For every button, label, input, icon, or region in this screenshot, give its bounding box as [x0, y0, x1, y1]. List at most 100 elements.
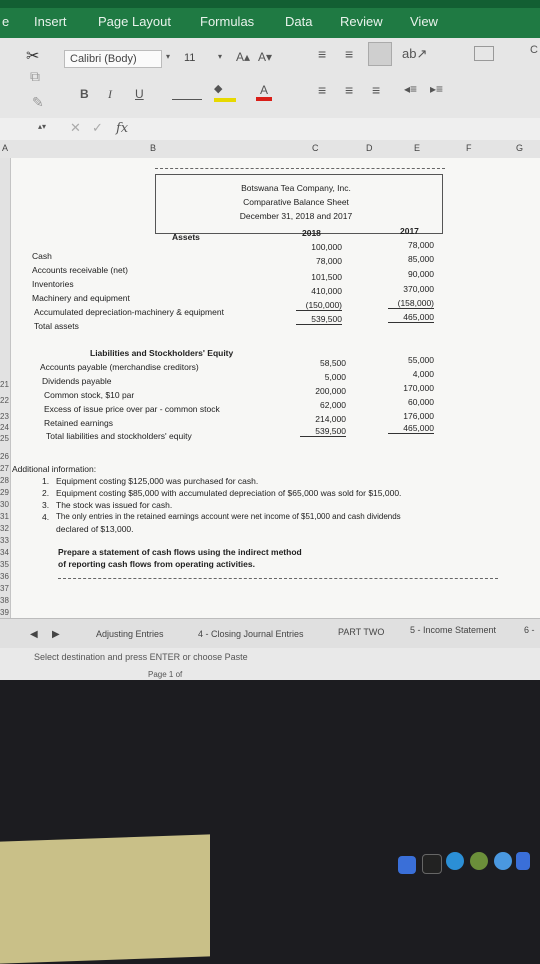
cell-value[interactable]: 176,000: [388, 411, 434, 421]
row-header[interactable]: 30: [0, 500, 9, 509]
cell-value[interactable]: 4,000: [388, 369, 434, 379]
insert-function-button[interactable]: fx: [116, 121, 128, 136]
cell-value[interactable]: 465,000: [388, 423, 434, 434]
cell-value[interactable]: 90,000: [388, 269, 434, 279]
row-header[interactable]: 28: [0, 476, 9, 485]
cell-value[interactable]: 200,000: [300, 386, 346, 396]
tab-insert[interactable]: Insert: [34, 14, 67, 29]
font-name-select[interactable]: Calibri (Body): [64, 50, 162, 68]
sheet-tab-income-statement[interactable]: 5 - Income Statement: [410, 625, 496, 635]
column-header-b[interactable]: B: [150, 143, 156, 153]
italic-button[interactable]: I: [108, 87, 112, 102]
tab-formulas[interactable]: Formulas: [200, 14, 254, 29]
row-header[interactable]: 26: [0, 452, 9, 461]
orientation-icon[interactable]: ab↗: [402, 46, 427, 62]
align-center-icon[interactable]: ≡: [345, 82, 353, 98]
row-header[interactable]: 24: [0, 423, 9, 432]
chart-app-icon[interactable]: [422, 854, 442, 874]
cell-value[interactable]: 78,000: [296, 256, 342, 266]
sheet-tab-adjusting-entries[interactable]: Adjusting Entries: [96, 629, 164, 639]
align-middle-icon[interactable]: ≡: [345, 46, 353, 62]
row-header[interactable]: 39: [0, 608, 9, 617]
chevron-down-icon[interactable]: ▾: [166, 52, 170, 61]
cell-value[interactable]: 214,000: [300, 414, 346, 424]
confirm-formula-icon[interactable]: ✓: [92, 120, 103, 136]
cancel-formula-icon[interactable]: ✕: [70, 120, 81, 136]
cell-value[interactable]: 539,500: [300, 426, 346, 437]
align-left-icon[interactable]: ≡: [318, 82, 326, 98]
cell-value[interactable]: 78,000: [388, 240, 434, 250]
scroll-left-icon[interactable]: ◀: [30, 629, 38, 640]
row-header[interactable]: 23: [0, 412, 9, 421]
cell-value[interactable]: (158,000): [388, 298, 434, 309]
grow-font-button[interactable]: A▴: [236, 50, 250, 64]
cell-value[interactable]: 62,000: [300, 400, 346, 410]
worksheet-grid[interactable]: 21 22 23 24 25 26 27 28 29 30 31 32 33 3…: [0, 158, 540, 618]
row-header[interactable]: 35: [0, 560, 9, 569]
sheet-tab-closing-entries[interactable]: 4 - Closing Journal Entries: [198, 629, 304, 639]
tab-view[interactable]: View: [410, 14, 438, 29]
align-right-icon[interactable]: ≡: [372, 82, 380, 98]
font-size-select[interactable]: 11: [180, 50, 216, 68]
row-header[interactable]: 21: [0, 380, 9, 389]
globe-app-icon[interactable]: [446, 852, 464, 870]
maps-app-icon[interactable]: [470, 852, 488, 870]
cell-value[interactable]: 539,500: [296, 314, 342, 325]
safari-app-icon[interactable]: [494, 852, 512, 870]
underline-button[interactable]: U: [135, 87, 144, 101]
row-header[interactable]: 27: [0, 464, 9, 473]
cell-value[interactable]: (150,000): [296, 300, 342, 311]
scroll-right-icon[interactable]: ▶: [52, 629, 60, 640]
tab-page-layout[interactable]: Page Layout: [98, 14, 171, 29]
borders-button[interactable]: [172, 85, 202, 100]
cell-value[interactable]: 370,000: [388, 284, 434, 294]
row-header[interactable]: 22: [0, 396, 9, 405]
cell-value[interactable]: 5,000: [300, 372, 346, 382]
cell-value[interactable]: 60,000: [388, 397, 434, 407]
column-header-a[interactable]: A: [2, 143, 8, 153]
cell-value[interactable]: 85,000: [388, 254, 434, 264]
row-header[interactable]: 31: [0, 512, 9, 521]
more-icon[interactable]: C: [530, 44, 538, 56]
row-header[interactable]: 25: [0, 434, 9, 443]
cell-value[interactable]: 101,500: [296, 272, 342, 282]
wrap-text-icon[interactable]: [474, 46, 494, 61]
window-app-icon[interactable]: [398, 856, 416, 874]
column-header-e[interactable]: E: [414, 143, 420, 153]
column-header-f[interactable]: F: [466, 143, 472, 153]
align-top-icon[interactable]: ≡: [318, 46, 326, 62]
cell-value[interactable]: 100,000: [296, 242, 342, 252]
chevron-down-icon[interactable]: ▾: [218, 52, 222, 61]
cell-value[interactable]: 170,000: [388, 383, 434, 393]
column-header-c[interactable]: C: [312, 143, 319, 153]
row-header[interactable]: 36: [0, 572, 9, 581]
tab-review[interactable]: Review: [340, 14, 383, 29]
cell-value[interactable]: 55,000: [388, 355, 434, 365]
app-icon[interactable]: [516, 852, 530, 870]
increase-indent-icon[interactable]: ▸≡: [430, 82, 443, 96]
cell-value[interactable]: 465,000: [388, 312, 434, 323]
bold-button[interactable]: B: [80, 87, 89, 101]
cut-icon[interactable]: ✂: [26, 46, 39, 66]
sheet-tab-6[interactable]: 6 -: [524, 625, 535, 635]
row-header[interactable]: 38: [0, 596, 9, 605]
column-header-d[interactable]: D: [366, 143, 373, 153]
shrink-font-button[interactable]: A▾: [258, 50, 272, 64]
format-painter-icon[interactable]: ✎: [32, 94, 44, 111]
cell-value[interactable]: 58,500: [300, 358, 346, 368]
cell-value[interactable]: 410,000: [296, 286, 342, 296]
decrease-indent-icon[interactable]: ◂≡: [404, 82, 417, 96]
column-header-g[interactable]: G: [516, 143, 523, 153]
font-color-button[interactable]: A: [256, 83, 272, 101]
align-bottom-button[interactable]: [368, 42, 392, 66]
tab-home-partial[interactable]: e: [2, 14, 9, 29]
row-header[interactable]: 33: [0, 536, 9, 545]
row-header[interactable]: 32: [0, 524, 9, 533]
copy-icon[interactable]: ⧉: [30, 68, 40, 85]
sheet-tab-part-two[interactable]: PART TWO: [338, 627, 384, 637]
row-header[interactable]: 29: [0, 488, 9, 497]
tab-data[interactable]: Data: [285, 14, 312, 29]
name-box-stepper-icon[interactable]: ▴▾: [38, 122, 46, 131]
row-header[interactable]: 37: [0, 584, 9, 593]
row-header[interactable]: 34: [0, 548, 9, 557]
